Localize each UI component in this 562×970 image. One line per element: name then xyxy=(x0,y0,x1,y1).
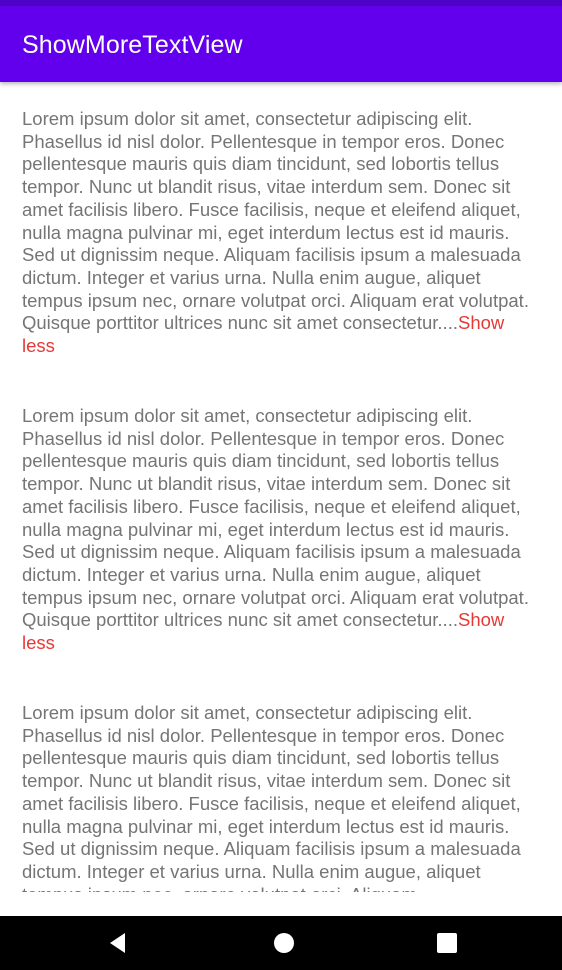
show-more-text-view[interactable]: Lorem ipsum dolor sit amet, consectetur … xyxy=(22,702,540,892)
expanded-text: Lorem ipsum dolor sit amet, consectetur … xyxy=(22,108,529,334)
recents-button[interactable] xyxy=(417,916,477,970)
expanded-text: Lorem ipsum dolor sit amet, consectetur … xyxy=(22,702,521,892)
home-circle-icon xyxy=(274,933,294,953)
home-button[interactable] xyxy=(254,916,314,970)
show-more-text-view[interactable]: Lorem ipsum dolor sit amet, consectetur … xyxy=(22,108,540,358)
show-more-text-view[interactable]: Lorem ipsum dolor sit amet, consectetur … xyxy=(22,405,540,655)
app-title: ShowMoreTextView xyxy=(22,31,243,59)
recents-square-icon xyxy=(437,933,457,953)
expanded-text: Lorem ipsum dolor sit amet, consectetur … xyxy=(22,405,529,631)
navigation-bar xyxy=(0,916,562,970)
back-button[interactable] xyxy=(88,916,148,970)
app-bar: ShowMoreTextView xyxy=(0,6,562,82)
content-list[interactable]: Lorem ipsum dolor sit amet, consectetur … xyxy=(0,82,562,892)
screen: ShowMoreTextView Lorem ipsum dolor sit a… xyxy=(0,0,562,970)
back-triangle-icon xyxy=(110,933,125,953)
